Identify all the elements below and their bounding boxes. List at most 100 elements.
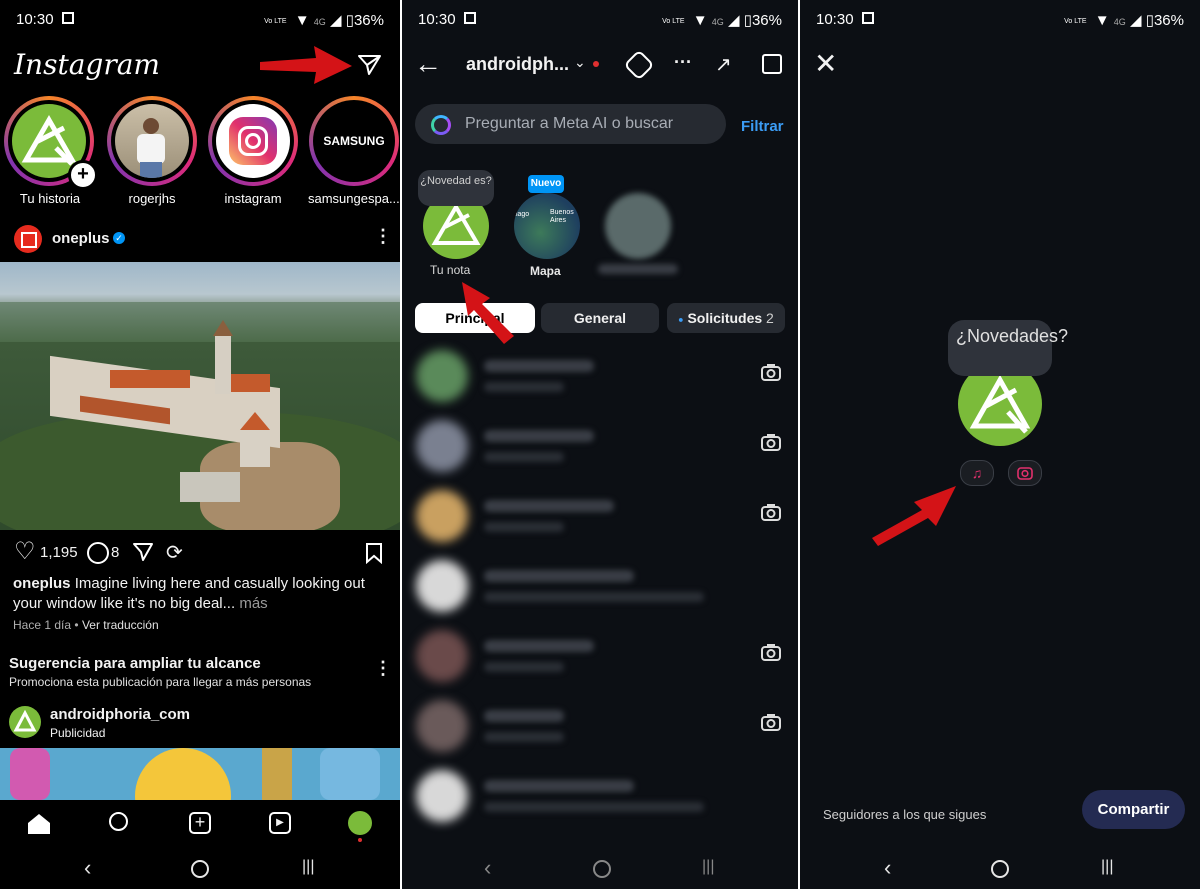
note-input-bubble[interactable]: ¿Novedades? [948, 320, 1068, 376]
suggestion-subtitle: Promociona esta publicación para llegar … [9, 675, 312, 689]
direct-messages-icon[interactable] [357, 53, 383, 77]
chevron-down-icon[interactable]: ⌄ [574, 54, 586, 71]
translate-link[interactable]: Ver traducción [82, 618, 159, 632]
battery-level: 36% [1153, 12, 1184, 29]
battery-level: 36% [353, 12, 384, 29]
post-image[interactable] [0, 262, 400, 530]
story-samsung[interactable]: SAMSUNG [309, 96, 399, 186]
search-bar[interactable]: Preguntar a Meta AI o buscar [415, 104, 726, 144]
ad-image[interactable] [0, 748, 400, 800]
annotation-arrow [462, 282, 514, 344]
chat-row[interactable] [416, 550, 788, 620]
home-nav-icon[interactable] [991, 860, 1009, 878]
map-label: Mapa [530, 264, 561, 278]
meta-ai-icon [431, 115, 451, 135]
chat-row[interactable] [416, 760, 788, 830]
home-icon[interactable] [28, 814, 50, 834]
back-nav-icon[interactable]: ‹ [884, 855, 891, 881]
note-editor-screen: 10:30 Vo LTE ▼ 4G ◢ ▯36% ✕ ¿Novedades? ♫… [800, 0, 1200, 889]
search-icon[interactable] [109, 812, 128, 831]
camera-icon[interactable] [760, 502, 782, 522]
samsung-logo: SAMSUNG [323, 134, 385, 148]
suggestion-more-icon[interactable]: ⋮ [374, 658, 392, 679]
caption-more-link[interactable]: más [239, 595, 267, 612]
sim-icon [464, 12, 476, 24]
ad-avatar[interactable] [9, 706, 41, 738]
note-bubble[interactable]: ¿Novedad es? [418, 170, 494, 206]
story-label: rogerjhs [128, 191, 176, 206]
filter-button[interactable]: Filtrar [741, 118, 784, 135]
network-type: 4G [313, 17, 326, 27]
post-meta: Hace 1 día • Ver traducción [13, 618, 159, 632]
oneplus-avatar[interactable] [14, 225, 42, 253]
create-icon[interactable]: + [189, 812, 211, 834]
annotation-arrow [260, 46, 352, 84]
like-icon[interactable]: ♡ [14, 540, 36, 564]
compose-icon[interactable] [762, 54, 782, 74]
wifi-icon: ▼ [692, 12, 708, 29]
map-city: Buenos Aires [550, 209, 574, 224]
ad-username[interactable]: androidphoria_com [50, 706, 190, 723]
back-arrow-icon[interactable]: ← [414, 50, 442, 78]
more-options-icon[interactable]: ⋮ [374, 226, 392, 247]
share-icon[interactable] [132, 541, 154, 563]
post-username[interactable]: oneplus [52, 230, 110, 247]
comment-icon[interactable] [87, 542, 109, 564]
camera-icon[interactable] [760, 712, 782, 732]
tab-requests[interactable]: ● Solicitudes 2 [667, 303, 785, 333]
chat-row[interactable] [416, 690, 788, 760]
story-instagram[interactable] [208, 96, 298, 186]
home-nav-icon[interactable] [593, 860, 611, 878]
map-city: tiago [514, 211, 530, 218]
home-nav-icon[interactable] [191, 860, 209, 878]
friend-note-label [598, 264, 678, 274]
recents-nav-icon[interactable]: ||| [702, 858, 714, 876]
ai-studio-icon[interactable] [623, 49, 655, 81]
story-rogerjhs[interactable] [107, 96, 197, 186]
sim-icon [862, 12, 874, 24]
camera-icon[interactable] [760, 362, 782, 382]
chat-row[interactable] [416, 620, 788, 690]
add-story-icon[interactable]: + [68, 160, 98, 190]
unread-dot [593, 61, 599, 67]
account-name[interactable]: androidph... [466, 54, 569, 75]
notification-dot [358, 838, 362, 842]
dot-separator: • [74, 618, 82, 632]
status-time: 10:30 [816, 11, 854, 28]
recents-nav-icon[interactable]: ||| [302, 858, 314, 876]
back-nav-icon[interactable]: ‹ [84, 855, 91, 881]
reels-icon[interactable]: ▶ [269, 812, 291, 834]
more-icon[interactable]: ··· [674, 52, 692, 73]
audience-selector[interactable]: Seguidores a los que sigues [823, 807, 986, 822]
chat-row[interactable] [416, 480, 788, 550]
note-label: Tu nota [430, 263, 471, 277]
status-bar: 10:30 Vo LTE ▼ 4G ◢ ▯36% [0, 0, 400, 38]
signal-icon: ◢ [329, 12, 342, 29]
map-avatar[interactable]: tiago Buenos Aires [514, 193, 580, 259]
tab-general[interactable]: General [541, 303, 659, 333]
camera-icon[interactable] [1008, 460, 1042, 486]
chat-row[interactable] [416, 410, 788, 480]
save-icon[interactable] [365, 542, 383, 564]
verified-icon: ✓ [113, 232, 125, 244]
back-nav-icon[interactable]: ‹ [484, 855, 491, 881]
friend-note-avatar[interactable] [605, 193, 671, 259]
recents-nav-icon[interactable]: ||| [1101, 858, 1113, 876]
music-note-icon[interactable]: ♫ [960, 460, 994, 486]
system-nav-bar: ‹ ||| [800, 845, 1200, 889]
request-dot-icon: ● [678, 314, 684, 325]
status-time: 10:30 [16, 11, 54, 28]
repost-icon[interactable]: ⟳ [166, 540, 183, 565]
status-right: Vo LTE ▼ 4G ◢ ▯36% [264, 11, 384, 29]
chat-row[interactable] [416, 340, 788, 410]
requests-count: 2 [766, 310, 774, 326]
profile-avatar[interactable] [348, 811, 372, 835]
share-button[interactable]: Compartir [1082, 790, 1185, 829]
caption-username[interactable]: oneplus [13, 575, 71, 592]
camera-icon[interactable] [760, 642, 782, 662]
instagram-logo[interactable]: Instagram [14, 48, 160, 81]
close-icon[interactable]: ✕ [814, 50, 837, 78]
trending-icon[interactable]: ↗ [715, 52, 732, 77]
post-caption: oneplus Imagine living here and casually… [13, 574, 388, 614]
camera-icon[interactable] [760, 432, 782, 452]
